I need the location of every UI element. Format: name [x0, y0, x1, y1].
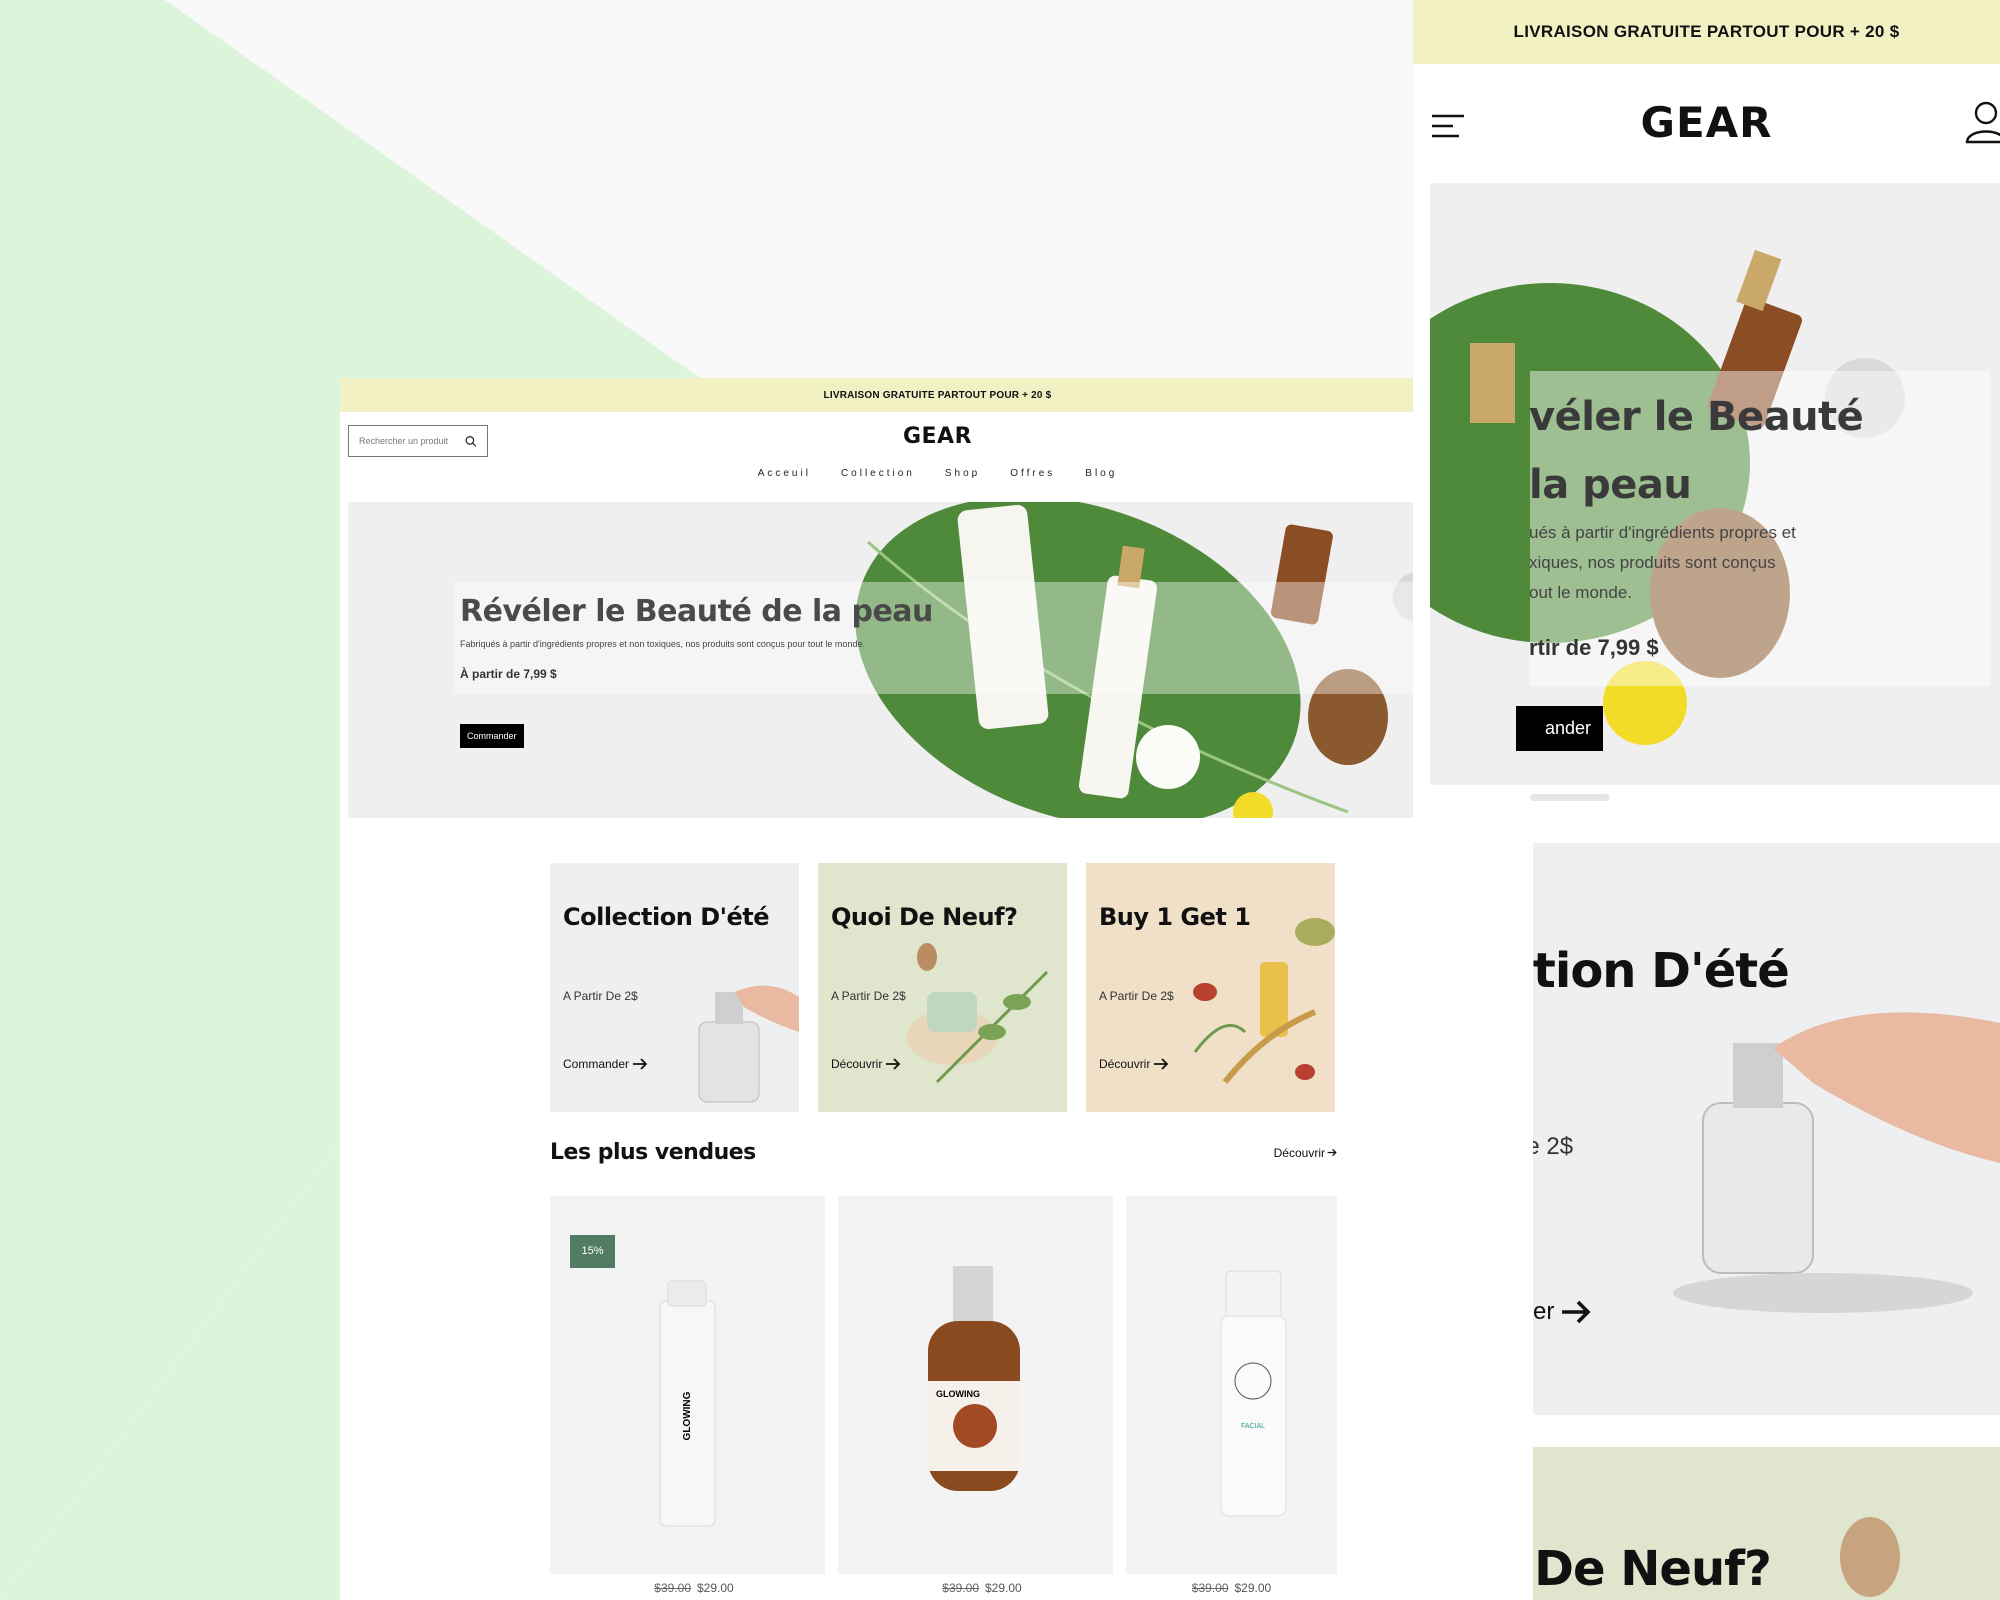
nav-item-blog[interactable]: Blog — [1085, 468, 1117, 479]
promo-bar: LIVRAISON GRATUITE PARTOUT POUR + 20 $ — [340, 378, 1535, 412]
desktop-screen: LIVRAISON GRATUITE PARTOUT POUR + 20 $ G… — [340, 378, 1535, 1600]
hero-order-button[interactable]: Commander — [460, 724, 524, 748]
card-title: oi De Neuf? — [1533, 1541, 1772, 1597]
card-buy-1-get-1[interactable]: Buy 1 Get 1 A Partir De 2$ Découvrir — [1086, 863, 1335, 1112]
arrow-right-icon — [633, 1058, 648, 1070]
card-title: Buy 1 Get 1 — [1099, 903, 1251, 931]
card-product-image — [698, 985, 799, 1103]
product-image: FACIAL — [1220, 1270, 1287, 1517]
current-price: $29.00 — [985, 1581, 1022, 1595]
nav-item-collection[interactable]: Collection — [841, 468, 915, 479]
hero-subtitle: ués à partir d'ingrédients propres et xi… — [1529, 518, 1869, 608]
old-price: $39.00 — [1191, 1581, 1229, 1595]
nav-item-acceuil[interactable]: Acceuil — [758, 468, 811, 479]
card-link-label: Découvrir — [1099, 1057, 1151, 1071]
product-image: GLOWING — [928, 1266, 1020, 1491]
arrow-right-icon — [886, 1058, 901, 1070]
mobile-hero-banner: véler le Beauté la peau ués à partir d'i… — [1430, 183, 2000, 785]
section-title: Les plus vendues — [550, 1140, 756, 1165]
product-price: $39.00 $29.00 — [1126, 1581, 1337, 1595]
hero-title: Révéler le Beauté de la peau — [460, 594, 933, 629]
card-title: Collection D'été — [563, 903, 769, 931]
hero-price: rtir de 7,99 $ — [1529, 635, 1659, 660]
card-title: llection D'été — [1533, 943, 1790, 999]
hero-subtitle: Fabriqués à partir d'ingrédients propres… — [460, 639, 865, 649]
hero-subtitle-line: out le monde. — [1529, 583, 1633, 602]
card-link[interactable]: ander — [1533, 1298, 1592, 1326]
discover-link-label: Découvrir — [1273, 1145, 1325, 1160]
card-link[interactable]: Découvrir — [831, 1057, 901, 1071]
arrow-right-icon — [1154, 1058, 1169, 1070]
card-price: A Partir De 2$ — [1099, 989, 1174, 1003]
arrow-right-icon — [1327, 1148, 1337, 1157]
main-nav: Acceuil Collection Shop Offres Blog — [340, 468, 1535, 500]
nav-item-shop[interactable]: Shop — [945, 468, 980, 479]
card-price: A Partir De 2$ — [563, 989, 638, 1003]
mobile-screen: LIVRAISON GRATUITE PARTOUT POUR + 20 $ G… — [1413, 0, 2000, 1600]
product-grid: 15% GLOWING GLOWING FACIAL — [550, 1196, 1337, 1574]
promo-text: LIVRAISON GRATUITE PARTOUT POUR + 20 $ — [823, 389, 1052, 401]
hero-subtitle-line: ués à partir d'ingrédients propres et — [1529, 523, 1796, 542]
current-price: $29.00 — [1234, 1581, 1272, 1595]
card-link-label: Commander — [563, 1057, 630, 1071]
card-link[interactable]: Commander — [563, 1057, 648, 1071]
site-logo[interactable]: GEAR — [1413, 98, 2000, 147]
hero-title-line: la peau — [1529, 462, 1692, 508]
product-price: $39.00 $29.00 — [550, 1581, 838, 1595]
card-collection-ete[interactable]: llection D'été De 2$ ander — [1533, 843, 2000, 1415]
hero-title-line: véler le Beauté — [1529, 394, 1864, 440]
card-collection-ete[interactable]: Collection D'été A Partir De 2$ Commande… — [550, 863, 799, 1112]
card-quoi-de-neuf[interactable]: oi De Neuf? — [1533, 1447, 2000, 1600]
mobile-header: GEAR — [1413, 64, 2000, 183]
card-link-label: Découvrir — [831, 1057, 883, 1071]
card-quoi-de-neuf[interactable]: Quoi De Neuf? A Partir De 2$ Découvrir — [818, 863, 1067, 1112]
discover-link[interactable]: Découvrir — [1274, 1146, 1337, 1160]
product-prices: $39.00 $29.00 $39.00 $29.00 $39.00 $29.00 — [550, 1581, 1337, 1595]
discount-badge: 15% — [570, 1235, 615, 1268]
card-price: A Partir De 2$ — [831, 989, 906, 1003]
site-logo[interactable]: GEAR — [340, 424, 1535, 449]
promo-text: LIVRAISON GRATUITE PARTOUT POUR + 20 $ — [1513, 22, 1900, 41]
svg-text:GLOWING: GLOWING — [936, 1389, 980, 1399]
svg-text:GLOWING: GLOWING — [682, 1391, 693, 1440]
site-header: GEAR 0 — [340, 412, 1535, 468]
carousel-indicator[interactable] — [1530, 794, 1610, 801]
promo-bar: LIVRAISON GRATUITE PARTOUT POUR + 20 $ — [1413, 0, 2000, 64]
svg-text:FACIAL: FACIAL — [1241, 1423, 1265, 1430]
product-price: $39.00 $29.00 — [838, 1581, 1126, 1595]
best-sellers-header: Les plus vendues Découvrir — [550, 1140, 1337, 1165]
card-product-image — [907, 943, 1049, 1084]
arrow-right-icon — [1562, 1300, 1591, 1324]
card-product-image — [1840, 1517, 1900, 1597]
product-card[interactable]: GLOWING — [838, 1196, 1113, 1574]
hero-title: véler le Beauté la peau — [1529, 383, 1864, 519]
hero-price: À partir de 7,99 $ — [460, 667, 557, 681]
user-icon[interactable] — [1964, 100, 2000, 144]
card-link[interactable]: Découvrir — [1099, 1057, 1169, 1071]
product-card[interactable]: 15% GLOWING — [550, 1196, 825, 1574]
hero-banner: Révéler le Beauté de la peau Fabriqués à… — [348, 502, 1535, 818]
card-link-label: ander — [1533, 1298, 1555, 1325]
card-title: Quoi De Neuf? — [831, 903, 1018, 931]
old-price: $39.00 — [942, 1581, 979, 1595]
promo-cards: Collection D'été A Partir De 2$ Commande… — [550, 863, 1335, 1112]
product-card[interactable]: FACIAL — [1126, 1196, 1337, 1574]
card-price: De 2$ — [1533, 1133, 1574, 1160]
card-product-image — [1673, 1012, 2000, 1313]
nav-item-offres[interactable]: Offres — [1010, 468, 1055, 479]
hero-order-button[interactable]: ander — [1516, 706, 1603, 751]
current-price: $29.00 — [697, 1581, 734, 1595]
old-price: $39.00 — [654, 1581, 691, 1595]
hero-subtitle-line: xiques, nos produits sont conçus — [1529, 553, 1776, 572]
